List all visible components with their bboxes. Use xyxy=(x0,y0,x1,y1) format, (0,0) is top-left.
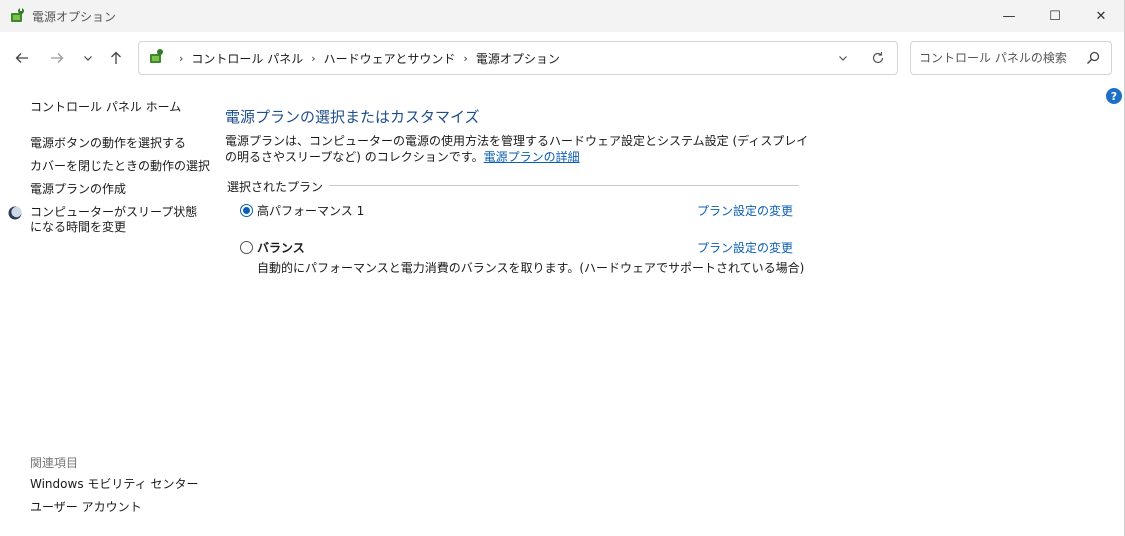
up-button[interactable] xyxy=(102,46,130,70)
breadcrumb-separator[interactable]: › xyxy=(311,52,315,65)
breadcrumb-control-panel[interactable]: コントロール パネル xyxy=(191,50,303,67)
search-input[interactable] xyxy=(917,48,1081,68)
power-options-app-icon xyxy=(11,8,24,22)
window-title: 電源オプション xyxy=(32,10,117,24)
maximize-icon: ☐ xyxy=(1049,8,1061,24)
breadcrumb-separator[interactable]: › xyxy=(179,52,183,65)
plan-description-balanced: 自動的にパフォーマンスと電力消費のバランスを取ります。(ハードウェアでサポートさ… xyxy=(257,261,805,275)
sleep-moon-icon xyxy=(8,206,22,220)
breadcrumb-hardware-sound[interactable]: ハードウェアとサウンド xyxy=(324,50,456,67)
related-items-heading: 関連項目 xyxy=(30,456,79,470)
refresh-button[interactable] xyxy=(867,48,889,68)
address-dropdown-button[interactable] xyxy=(833,49,853,67)
close-button[interactable]: ✕ xyxy=(1078,0,1124,32)
chevron-down-icon xyxy=(84,56,92,61)
arrow-right-icon xyxy=(51,53,64,63)
navigation-bar: › コントロール パネル › ハードウェアとサウンド › 電源オプション xyxy=(0,32,1124,86)
sidebar-link-power-button-action[interactable]: 電源ボタンの動作を選択する xyxy=(30,136,186,151)
change-plan-settings-link-high-performance[interactable]: プラン設定の変更 xyxy=(697,202,793,219)
title-bar: 電源オプション — ☐ ✕ xyxy=(0,0,1124,32)
minimize-icon: — xyxy=(1002,8,1016,24)
change-plan-settings-link-balanced[interactable]: プラン設定の変更 xyxy=(697,239,793,256)
sidebar-link-user-accounts[interactable]: ユーザー アカウント xyxy=(30,500,142,515)
arrow-left-icon xyxy=(15,53,28,63)
plan-radio-balanced[interactable] xyxy=(240,241,253,254)
minimize-button[interactable]: — xyxy=(986,0,1032,32)
arrow-up-icon xyxy=(111,51,121,64)
power-plan-details-link[interactable]: 電源プランの詳細 xyxy=(484,150,580,164)
help-icon[interactable]: ? xyxy=(1106,88,1122,104)
sidebar-link-mobility-center[interactable]: Windows モビリティ センター xyxy=(30,477,198,492)
sidebar-link-create-power-plan[interactable]: 電源プランの作成 xyxy=(30,182,126,197)
plan-name-balanced[interactable]: バランス xyxy=(257,239,305,256)
breadcrumb-power-options[interactable]: 電源オプション xyxy=(476,50,560,67)
plan-name-high-performance[interactable]: 高パフォーマンス 1 xyxy=(257,202,364,219)
breadcrumb: › コントロール パネル › ハードウェアとサウンド › 電源オプション xyxy=(171,50,560,67)
sidebar-link-lid-close-action[interactable]: カバーを閉じたときの動作の選択 xyxy=(30,159,210,174)
page-description: 電源プランは、コンピューターの電源の使用方法を管理するハードウェア設定とシステム… xyxy=(225,133,815,165)
close-icon: ✕ xyxy=(1095,8,1107,24)
address-bar[interactable]: › コントロール パネル › ハードウェアとサウンド › 電源オプション xyxy=(138,41,898,75)
power-options-window: 電源オプション — ☐ ✕ › コントロール パネル › ハードウェアとサウンド… xyxy=(0,0,1125,536)
maximize-button[interactable]: ☐ xyxy=(1032,0,1078,32)
refresh-icon xyxy=(872,52,884,64)
search-icon[interactable] xyxy=(1085,50,1101,66)
plan-radio-high-performance[interactable] xyxy=(240,204,253,217)
chevron-down-icon xyxy=(839,56,847,61)
sidebar-link-control-panel-home[interactable]: コントロール パネル ホーム xyxy=(30,100,181,115)
sidebar-link-sleep-time[interactable]: コンピューターがスリープ状態になる時間を変更 xyxy=(30,205,200,235)
back-button[interactable] xyxy=(8,46,36,70)
selected-plan-group-label: 選択されたプラン xyxy=(227,178,330,195)
recent-locations-button[interactable] xyxy=(74,46,102,70)
control-panel-icon xyxy=(150,49,163,63)
breadcrumb-separator[interactable]: › xyxy=(463,52,467,65)
page-title: 電源プランの選択またはカスタマイズ xyxy=(225,108,480,126)
forward-button[interactable] xyxy=(43,46,71,70)
search-box[interactable] xyxy=(910,41,1112,75)
